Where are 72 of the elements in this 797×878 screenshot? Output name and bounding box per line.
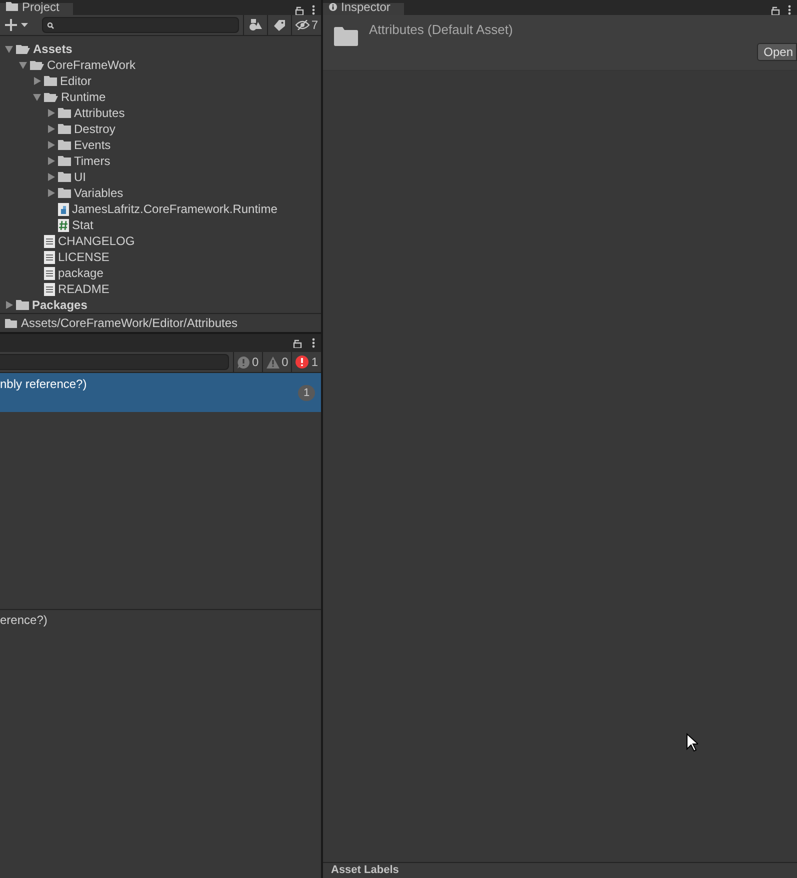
console-entry[interactable]: nbly reference?) 1 [0, 373, 321, 412]
tree-item[interactable]: package [58, 266, 104, 280]
project-tab[interactable]: Project [0, 3, 74, 15]
console-search-field[interactable] [0, 354, 229, 370]
tree-item[interactable]: LICENSE [58, 250, 110, 264]
tree-item[interactable]: Destroy [74, 122, 116, 136]
folder-icon [16, 300, 29, 310]
folder-icon [334, 27, 358, 46]
tree-item[interactable]: CHANGELOG [58, 234, 135, 248]
collapse-arrow-icon[interactable] [4, 300, 14, 310]
search-icon [47, 22, 54, 28]
lock-icon[interactable] [295, 6, 304, 14]
folder-icon [58, 124, 71, 134]
folder-icon [58, 156, 71, 166]
open-folder-icon [16, 44, 30, 54]
tree-item[interactable]: Packages [32, 298, 88, 312]
tree-item[interactable]: CoreFrameWork [47, 58, 136, 72]
filter-by-label-button[interactable] [267, 15, 292, 35]
search-field[interactable] [42, 17, 240, 33]
tree-item[interactable]: UI [74, 170, 86, 184]
tree-item[interactable]: Events [74, 138, 111, 152]
expand-arrow-icon[interactable] [32, 92, 42, 102]
shapes-icon [249, 19, 262, 31]
folder-icon [58, 172, 71, 182]
asset-labels-heading: Asset Labels [331, 864, 400, 876]
tree-item[interactable]: Assets [33, 42, 72, 56]
filter-by-type-button[interactable] [243, 15, 268, 35]
tag-icon [274, 20, 286, 30]
eye-slash-icon [295, 20, 310, 30]
asset-path: Assets/CoreFrameWork/Editor/Attributes [21, 316, 238, 330]
tree-item[interactable]: Attributes [74, 106, 125, 120]
error-icon [295, 355, 310, 369]
log-detail-text: erence?) [0, 613, 48, 627]
tree-item[interactable]: Variables [74, 186, 124, 200]
tree-item[interactable]: Stat [72, 218, 94, 232]
log-count-toggle[interactable]: 1 [291, 352, 321, 372]
info-icon [329, 2, 337, 10]
more-options-icon[interactable] [312, 5, 315, 15]
folder-icon [58, 108, 71, 118]
tree-item[interactable]: Runtime [61, 90, 106, 104]
hash-script-icon [58, 218, 69, 232]
warning-icon [266, 356, 280, 368]
collapse-arrow-icon[interactable] [32, 76, 42, 86]
folder-icon [58, 140, 71, 150]
text-file-icon [44, 282, 55, 296]
folder-icon [44, 76, 57, 86]
tree-item[interactable]: JamesLafritz.CoreFramework.Runtime [72, 202, 278, 216]
collapse-count: 1 [298, 385, 315, 401]
inspector-tab[interactable]: Inspector [323, 3, 404, 15]
folder-icon [5, 318, 17, 328]
lock-icon[interactable] [293, 338, 302, 348]
log-count-toggle[interactable]: 0 [232, 352, 262, 372]
text-file-icon [44, 250, 55, 264]
open-folder-icon [44, 92, 58, 102]
log-count-toggle[interactable]: 0 [262, 352, 292, 372]
folder-icon [6, 2, 18, 11]
more-options-icon[interactable] [312, 338, 315, 348]
lock-icon[interactable] [771, 6, 780, 14]
tree-item[interactable]: Editor [60, 74, 92, 88]
add-dropdown-icon[interactable] [5, 19, 30, 31]
asset-title: Attributes (Default Asset) [369, 22, 513, 37]
more-options-icon[interactable] [788, 5, 791, 15]
info-bubble-icon [236, 356, 250, 368]
mouse-cursor-icon [686, 733, 698, 752]
text-file-icon [44, 266, 55, 280]
open-folder-icon [30, 60, 44, 70]
folder-icon [58, 188, 71, 198]
text-file-icon [44, 234, 55, 248]
tree-item[interactable]: README [58, 282, 110, 296]
open-button[interactable]: Open [756, 43, 797, 61]
assembly-file-icon [58, 202, 69, 216]
tree-item[interactable]: Timers [74, 154, 110, 168]
